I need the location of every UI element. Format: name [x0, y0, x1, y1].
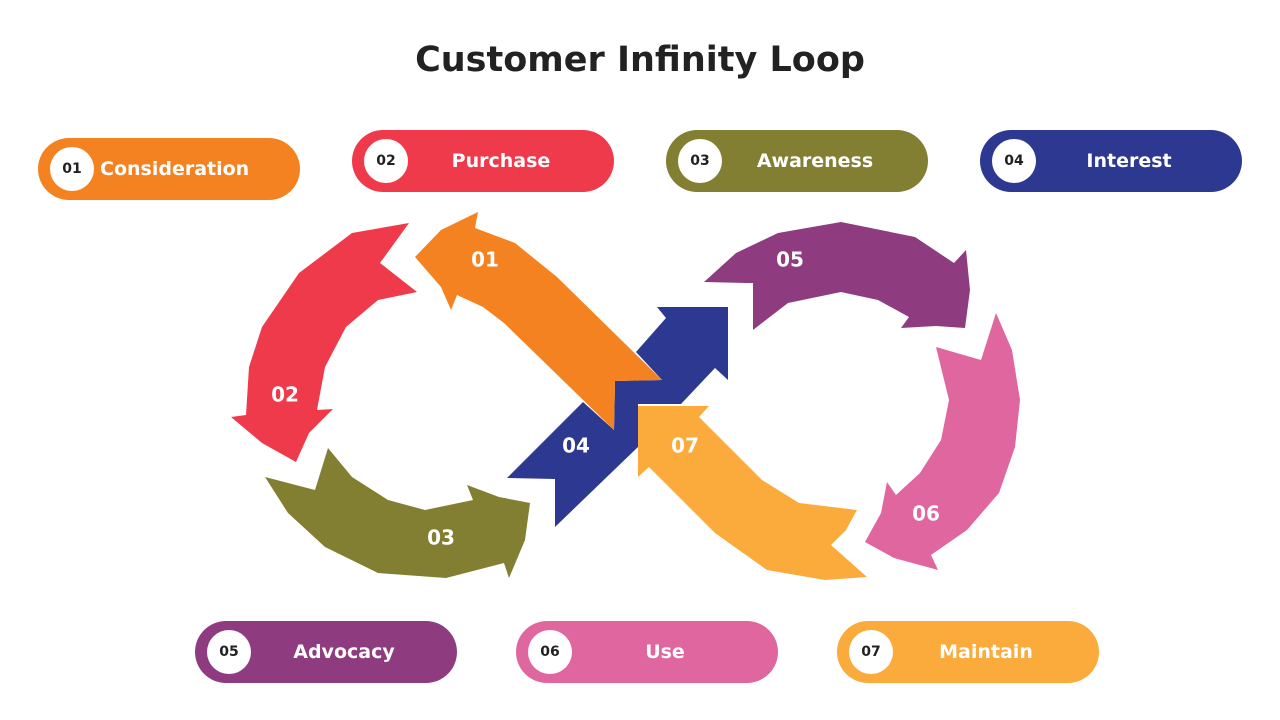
stage-pill-awareness: 03 Awareness — [666, 130, 928, 192]
segment-label-01: 01 — [471, 248, 499, 272]
segment-label-05: 05 — [776, 248, 804, 272]
stage-number-badge: 05 — [207, 630, 251, 674]
segment-label-04: 04 — [562, 434, 590, 458]
stage-label: Maintain — [939, 641, 1033, 663]
stage-label: Consideration — [100, 158, 250, 180]
infinity-loop-diagram: 01 02 03 04 05 06 07 — [231, 212, 1020, 580]
stage-number-badge: 06 — [528, 630, 572, 674]
stage-label: Purchase — [451, 150, 551, 172]
stage-pill-maintain: 07 Maintain — [837, 621, 1099, 683]
stage-number-badge: 01 — [50, 147, 94, 191]
stage-label: Awareness — [756, 150, 874, 172]
segment-label-02: 02 — [271, 383, 299, 407]
segment-label-03: 03 — [427, 526, 455, 550]
stage-number-badge: 04 — [992, 139, 1036, 183]
stage-pill-consideration: 01 Consideration — [38, 138, 300, 200]
stage-label: Use — [645, 641, 685, 663]
stage-label: Interest — [1086, 150, 1172, 172]
stage-pill-use: 06 Use — [516, 621, 778, 683]
arrow-segment-05 — [704, 222, 970, 330]
arrow-segment-02 — [231, 223, 417, 462]
stage-pill-purchase: 02 Purchase — [352, 130, 614, 192]
arrow-segment-07 — [638, 406, 867, 580]
stage-pill-advocacy: 05 Advocacy — [195, 621, 457, 683]
stage-label: Advocacy — [293, 641, 395, 663]
arrow-segment-03 — [265, 448, 530, 578]
segment-label-07: 07 — [671, 434, 699, 458]
stage-number-badge: 02 — [364, 139, 408, 183]
arrow-segment-06 — [865, 313, 1020, 570]
segment-label-06: 06 — [912, 502, 940, 526]
stage-number-badge: 07 — [849, 630, 893, 674]
stage-pill-interest: 04 Interest — [980, 130, 1242, 192]
stage-number-badge: 03 — [678, 139, 722, 183]
